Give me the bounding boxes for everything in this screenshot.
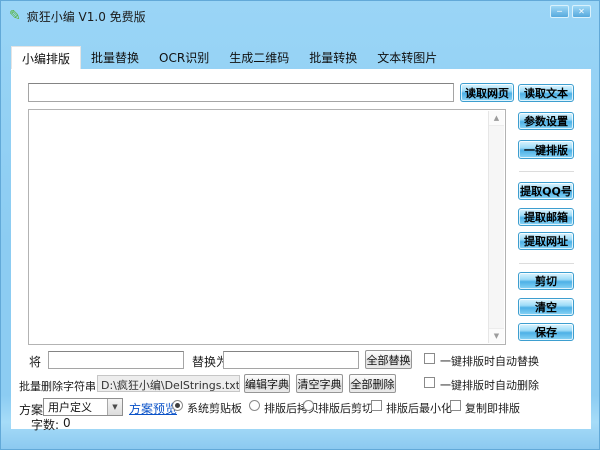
sidebar-separator	[519, 263, 574, 264]
scheme-dropdown[interactable]: 用户定义 ▼	[43, 398, 123, 416]
auto-replace-checkbox[interactable]	[424, 353, 435, 364]
scroll-down-button[interactable]: ▼	[489, 328, 504, 343]
chevron-down-icon: ▼	[107, 399, 122, 415]
read-text-button[interactable]: 读取文本	[518, 84, 574, 102]
auto-delete-checkbox[interactable]	[424, 377, 435, 388]
window-title: 疯狂小编 V1.0 免费版	[27, 8, 146, 25]
typeset-on-copy-label: 复制即排版	[465, 400, 520, 416]
clear-dictionary-button[interactable]: 清空字典	[296, 374, 343, 393]
cut-button[interactable]: 剪切	[518, 272, 574, 290]
batch-delete-label: 批量删除字符串	[19, 378, 96, 394]
window-controls: ─ ✕	[550, 5, 591, 18]
sidebar-separator	[519, 171, 574, 172]
replace-prefix-label: 将	[29, 353, 41, 370]
tab-qrcode[interactable]: 生成二维码	[219, 46, 299, 69]
minimize-after-typeset-label: 排版后最小化	[386, 400, 452, 416]
one-key-typeset-button[interactable]: 一键排版	[518, 140, 574, 159]
delete-all-button[interactable]: 全部删除	[349, 374, 396, 393]
tab-batch-convert[interactable]: 批量转换	[299, 46, 367, 69]
delete-strings-path: D:\疯狂小编\DelStrings.txt	[97, 375, 240, 392]
minimize-icon: ─	[557, 7, 562, 17]
radio-cut-after-typeset[interactable]	[303, 400, 314, 411]
extract-email-button[interactable]: 提取邮箱	[518, 208, 574, 226]
url-input[interactable]	[28, 83, 454, 102]
extract-url-button[interactable]: 提取网址	[518, 232, 574, 250]
tab-typeset[interactable]: 小编排版	[11, 46, 81, 69]
extract-qq-button[interactable]: 提取QQ号	[518, 182, 574, 200]
replace-input[interactable]	[223, 351, 359, 369]
app-window: ✎ 疯狂小编 V1.0 免费版 ─ ✕ 小编排版 批量替换 OCR识别 生成二维…	[0, 0, 600, 450]
word-count-label: 字数:	[31, 416, 59, 433]
find-input[interactable]	[48, 351, 184, 369]
typeset-on-copy-checkbox[interactable]	[450, 400, 461, 411]
edit-dictionary-button[interactable]: 编辑字典	[244, 374, 290, 393]
clear-button[interactable]: 清空	[518, 298, 574, 316]
save-button[interactable]: 保存	[518, 323, 574, 341]
scheme-preview-link[interactable]: 方案预览	[129, 400, 177, 417]
radio-system-clipboard-label: 系统剪贴板	[187, 400, 242, 416]
tab-bar: 小编排版 批量替换 OCR识别 生成二维码 批量转换 文本转图片	[11, 46, 447, 69]
word-count-value: 0	[63, 416, 71, 430]
vertical-scrollbar[interactable]: ▲ ▼	[488, 111, 504, 343]
close-icon: ✕	[578, 7, 585, 17]
settings-button[interactable]: 参数设置	[518, 112, 574, 130]
replace-all-button[interactable]: 全部替换	[365, 350, 412, 369]
read-webpage-button[interactable]: 读取网页	[460, 83, 514, 102]
scroll-down-icon: ▼	[494, 332, 499, 340]
minimize-after-typeset-checkbox[interactable]	[371, 400, 382, 411]
scheme-selected-value: 用户定义	[44, 399, 107, 415]
radio-copy-after-typeset[interactable]	[249, 400, 260, 411]
auto-replace-label: 一键排版时自动替换	[440, 353, 539, 369]
scroll-up-button[interactable]: ▲	[489, 111, 504, 126]
tab-text-to-image[interactable]: 文本转图片	[367, 46, 447, 69]
titlebar: ✎ 疯狂小编 V1.0 免费版 ─ ✕	[1, 1, 599, 31]
pencil-icon: ✎	[9, 8, 21, 24]
radio-cut-after-typeset-label: 排版后剪切	[318, 400, 373, 416]
tab-ocr[interactable]: OCR识别	[149, 46, 219, 69]
auto-delete-label: 一键排版时自动删除	[440, 377, 539, 393]
radio-system-clipboard[interactable]	[172, 400, 183, 411]
tab-batch-replace[interactable]: 批量替换	[81, 46, 149, 69]
close-button[interactable]: ✕	[572, 5, 591, 18]
scroll-up-icon: ▲	[494, 114, 499, 122]
editor-textarea[interactable]: ▲ ▼	[28, 109, 506, 345]
minimize-button[interactable]: ─	[550, 5, 569, 18]
